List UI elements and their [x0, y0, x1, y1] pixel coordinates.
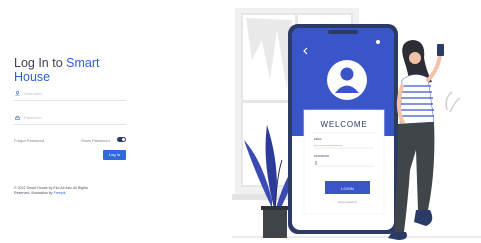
show-password-label: Show Password — [81, 138, 110, 143]
phone-login-card: WELCOME EMAIL boy.smart.house@email.com … — [303, 109, 385, 215]
footer-line2-prefix: Reserved. Illustration by — [14, 191, 54, 195]
login-button[interactable]: Log In — [103, 150, 126, 160]
title-accent-house: House — [14, 70, 51, 84]
avatar-icon — [327, 60, 367, 100]
title-prefix: Log In to — [14, 56, 67, 70]
page-title: Log In to Smart House — [14, 56, 99, 84]
username-placeholder: Username — [24, 91, 43, 96]
footer: © 2022 Smart House by Eko Ali Aziz All R… — [14, 186, 144, 196]
user-icon — [15, 91, 20, 96]
welcome-text: WELCOME — [321, 120, 368, 129]
password-field[interactable]: Password — [14, 112, 126, 125]
freepik-link[interactable]: Freepik — [54, 191, 66, 195]
password-placeholder: Password — [24, 115, 42, 120]
lock-icon — [15, 115, 20, 120]
email-label: EMAIL — [314, 137, 322, 141]
password-label: PASSWORD — [314, 154, 329, 158]
options-row: Forgot Password Show Password — [14, 137, 126, 145]
login-panel: Log In to Smart House Username Password … — [0, 0, 200, 243]
email-value: boy.smart.house@email.com — [314, 144, 342, 147]
show-password-toggle[interactable] — [117, 137, 126, 142]
phone-forgot-label: Forgot password? — [338, 201, 358, 204]
forgot-password-link[interactable]: Forgot Password — [14, 138, 44, 143]
username-field[interactable]: Username — [14, 88, 126, 101]
phone-login-label: LOGIN — [341, 186, 354, 191]
footer-line2: Reserved. Illustration by Freepik — [14, 191, 144, 196]
small-plant — [445, 91, 461, 113]
title-accent-smart: Smart — [66, 56, 100, 70]
illustration: WELCOME EMAIL boy.smart.house@email.com … — [232, 8, 481, 240]
